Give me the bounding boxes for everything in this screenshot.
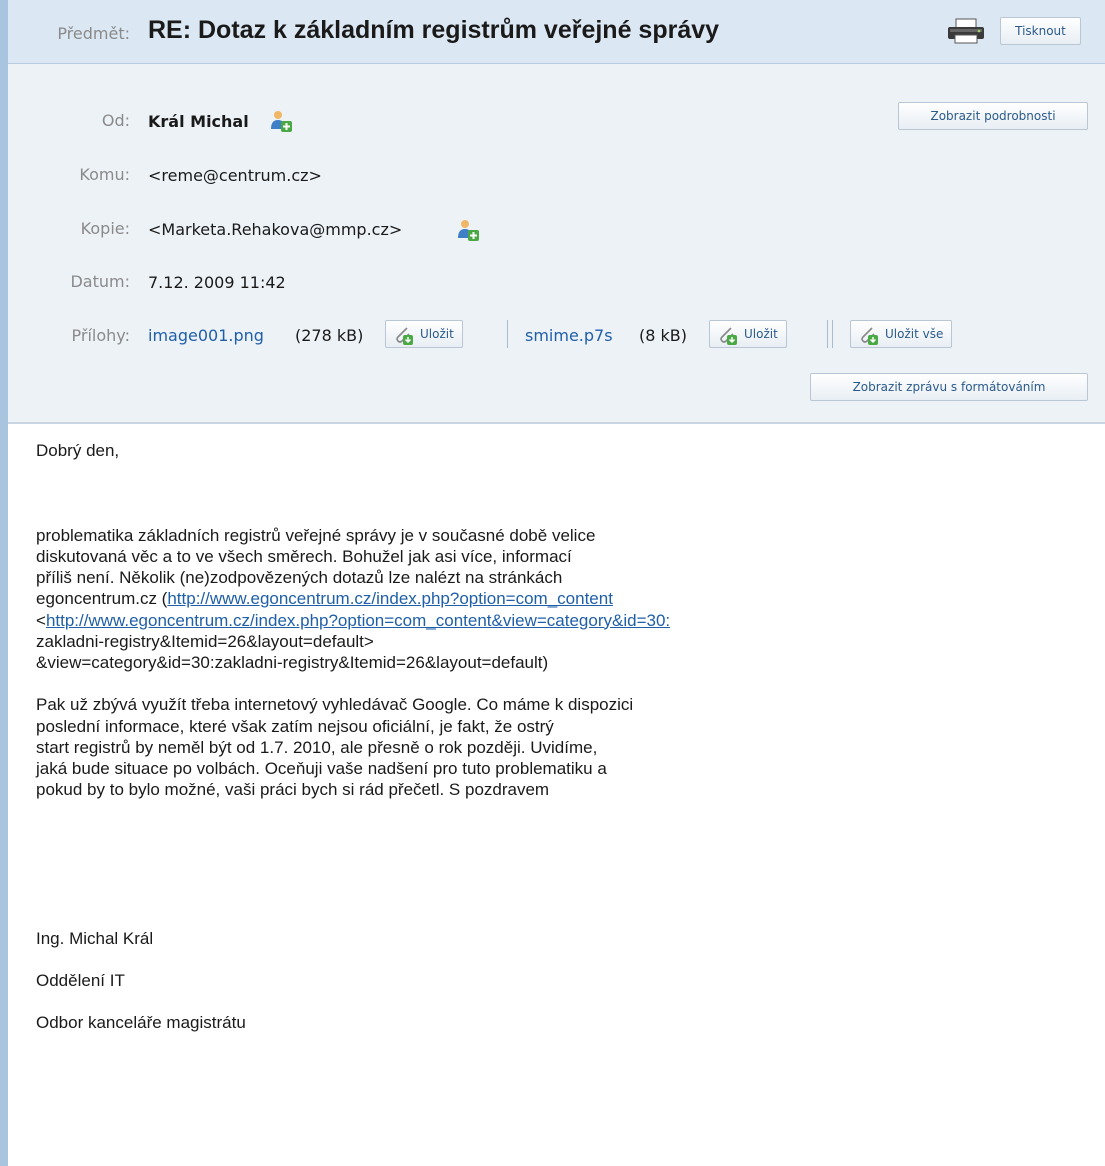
body-line: jaká bude situace po volbách. Oceňuji va… bbox=[36, 758, 607, 778]
attachment-link-image001[interactable]: image001.png bbox=[148, 326, 264, 345]
subject-bar: Předmět: RE: Dotaz k základním registrům… bbox=[8, 0, 1105, 64]
cc-label: Kopie: bbox=[80, 219, 130, 238]
body-line: egoncentrum.cz (http://www.egoncentrum.c… bbox=[36, 589, 613, 609]
body-line: <http://www.egoncentrum.cz/index.php?opt… bbox=[36, 610, 671, 630]
from-label: Od: bbox=[101, 111, 130, 130]
show-formatted-button[interactable]: Zobrazit zprávu s formátováním bbox=[810, 373, 1088, 401]
separator bbox=[827, 320, 828, 348]
egoncentrum-link[interactable]: http://www.egoncentrum.cz/index.php?opti… bbox=[167, 589, 613, 608]
body-line: příliš není. Několik (ne)zodpovězených d… bbox=[36, 568, 563, 588]
subject-text: RE: Dotaz k základním registrům veřejné … bbox=[148, 16, 720, 44]
body-line: Pak už zbývá využít třeba internetový vy… bbox=[36, 695, 634, 715]
printer-icon[interactable] bbox=[944, 18, 988, 44]
to-value[interactable]: <reme@centrum.cz> bbox=[148, 166, 322, 185]
save-all-button[interactable]: Uložit vše bbox=[850, 320, 953, 348]
signature-name: Ing. Michal Král bbox=[36, 928, 154, 948]
date-value: 7.12. 2009 11:42 bbox=[148, 273, 286, 292]
save-all-label: Uložit vše bbox=[885, 327, 944, 341]
body-line: poslední informace, které však zatím nej… bbox=[36, 716, 554, 736]
attachment-link-smime[interactable]: smime.p7s bbox=[525, 326, 613, 345]
message-header: Od: Král Michal Zobrazit podrobnosti Kom… bbox=[8, 64, 1105, 424]
body-line: &view=category&id=30:zakladni-registry&I… bbox=[36, 652, 549, 672]
print-button[interactable]: Tisknout bbox=[1000, 17, 1081, 45]
body-line: pokud by to bylo možné, vaši práci bych … bbox=[36, 780, 550, 800]
attachments-label: Přílohy: bbox=[71, 326, 130, 345]
greeting: Dobrý den, bbox=[36, 441, 120, 460]
save-label: Uložit bbox=[744, 327, 778, 341]
attachment-size: (8 kB) bbox=[639, 326, 687, 345]
save-attachment-button[interactable]: Uložit bbox=[709, 320, 787, 348]
body-line: problematika základních registrů veřejné… bbox=[36, 525, 596, 545]
signature-office: Odbor kanceláře magistrátu bbox=[36, 1013, 246, 1033]
body-line: zakladni-registry&Itemid=26&layout=defau… bbox=[36, 631, 374, 651]
from-name[interactable]: Král Michal bbox=[148, 112, 249, 131]
signature-department: Oddělení IT bbox=[36, 970, 125, 990]
date-label: Datum: bbox=[70, 272, 130, 291]
separator bbox=[832, 320, 833, 348]
show-details-button[interactable]: Zobrazit podrobnosti bbox=[898, 102, 1088, 130]
save-label: Uložit bbox=[420, 327, 454, 341]
separator bbox=[507, 320, 508, 348]
left-border bbox=[0, 0, 8, 1166]
message-body: Dobrý den, problematika základních regis… bbox=[36, 440, 856, 1034]
subject-label: Předmět: bbox=[57, 24, 130, 43]
body-line: start registrů by neměl být od 1.7. 2010… bbox=[36, 737, 598, 757]
egoncentrum-link[interactable]: http://www.egoncentrum.cz/index.php?opti… bbox=[46, 611, 670, 630]
add-contact-icon[interactable] bbox=[456, 218, 480, 242]
to-label: Komu: bbox=[79, 165, 130, 184]
save-attachment-button[interactable]: Uložit bbox=[385, 320, 463, 348]
attachment-size: (278 kB) bbox=[295, 326, 364, 345]
paperclip-save-icon bbox=[857, 324, 879, 346]
body-line: diskutovaná věc a to ve všech směrech. B… bbox=[36, 546, 572, 566]
cc-value[interactable]: <Marketa.Rehakova@mmp.cz> bbox=[148, 220, 402, 239]
paperclip-save-icon bbox=[392, 324, 414, 346]
add-contact-icon[interactable] bbox=[269, 109, 293, 133]
paperclip-save-icon bbox=[716, 324, 738, 346]
